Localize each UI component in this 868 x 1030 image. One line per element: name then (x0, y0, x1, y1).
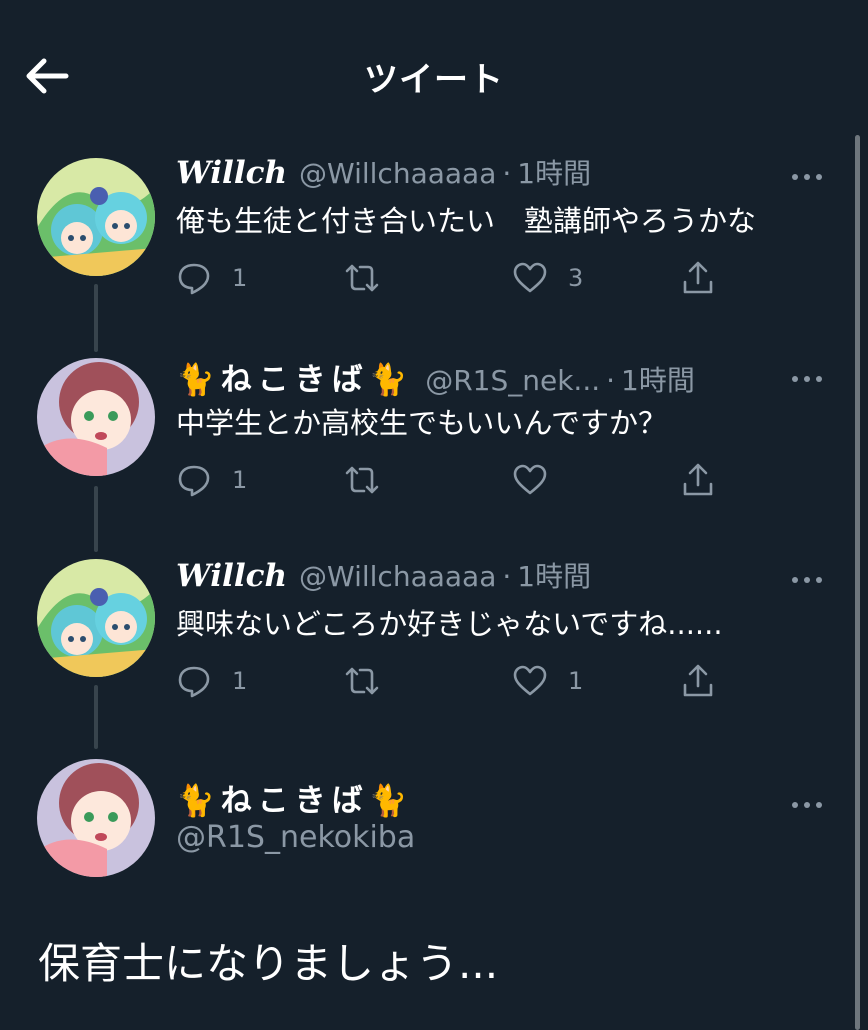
avatar-nekokiba[interactable] (37, 358, 155, 476)
separator: · (502, 157, 512, 190)
reply-button[interactable]: 1 (176, 460, 247, 500)
like-icon (513, 262, 547, 293)
share-button[interactable] (680, 460, 716, 500)
share-icon (683, 664, 713, 697)
thread-line (94, 486, 98, 552)
separator: · (606, 364, 616, 397)
like-count: 3 (568, 264, 584, 292)
share-button[interactable] (680, 661, 716, 701)
display-name[interactable]: 🐈ねこきば🐈 (176, 775, 413, 820)
retweet-icon (345, 667, 379, 695)
main-handle[interactable]: @R1S_nekokiba (176, 820, 415, 855)
more-icon[interactable] (792, 165, 828, 180)
avatar-willch[interactable] (37, 158, 155, 276)
reply-count: 1 (232, 264, 248, 292)
display-name[interactable]: Willch (176, 155, 287, 191)
reply-button[interactable]: 1 (176, 258, 247, 298)
handle[interactable]: @R1S_nek... (425, 364, 600, 397)
timestamp[interactable]: 1時間 (517, 152, 591, 192)
main-tweet-text: 保育士になりましょう... (38, 939, 499, 988)
retweet-button[interactable] (344, 258, 380, 298)
share-icon (683, 463, 713, 496)
reply-icon (178, 465, 210, 497)
reply-icon (178, 263, 210, 295)
tweet-2[interactable]: 🐈ねこきば🐈 @R1S_nek... · 1時間 中学生とか高校生でもいいんです… (0, 352, 868, 552)
reply-icon (178, 666, 210, 698)
retweet-button[interactable] (344, 661, 380, 701)
timestamp[interactable]: 1時間 (517, 555, 591, 595)
header: ツイート (0, 0, 868, 150)
like-button[interactable] (512, 460, 568, 500)
avatar-willch[interactable] (37, 559, 155, 677)
more-icon[interactable] (792, 568, 828, 583)
thread-line (94, 284, 98, 352)
display-name[interactable]: 🐈ねこきば🐈 (176, 354, 413, 399)
reply-button[interactable]: 1 (176, 661, 247, 701)
handle[interactable]: @Willchaaaaa (299, 560, 496, 593)
like-count: 1 (568, 667, 584, 695)
tweet-1[interactable]: Willch @Willchaaaaa · 1時間 俺も生徒と付き合いたい 塾講… (0, 150, 868, 352)
tweet-text: 興味ないどころか好きじゃないですね...... (176, 607, 723, 641)
more-icon[interactable] (792, 793, 828, 808)
more-icon[interactable] (792, 367, 828, 382)
handle[interactable]: @Willchaaaaa (299, 157, 496, 190)
like-icon (513, 665, 547, 696)
share-icon (683, 261, 713, 294)
like-button[interactable]: 3 (512, 258, 583, 298)
page-title: ツイート (364, 60, 504, 100)
timestamp[interactable]: 1時間 (621, 359, 695, 399)
thread-line (94, 685, 98, 749)
like-icon (513, 464, 547, 495)
separator: · (502, 560, 512, 593)
retweet-button[interactable] (344, 460, 380, 500)
tweet-text: 俺も生徒と付き合いたい 塾講師やろうかな (176, 204, 757, 238)
tweet-3[interactable]: Willch @Willchaaaaa · 1時間 興味ないどころか好きじゃない… (0, 553, 868, 753)
display-name[interactable]: Willch (176, 558, 287, 594)
reply-count: 1 (232, 466, 248, 494)
share-button[interactable] (680, 258, 716, 298)
like-button[interactable]: 1 (512, 661, 583, 701)
retweet-icon (345, 264, 379, 292)
tweet-text: 中学生とか高校生でもいいんですか？ (176, 406, 667, 440)
retweet-icon (345, 466, 379, 494)
reply-count: 1 (232, 667, 248, 695)
avatar-nekokiba[interactable] (37, 759, 155, 877)
